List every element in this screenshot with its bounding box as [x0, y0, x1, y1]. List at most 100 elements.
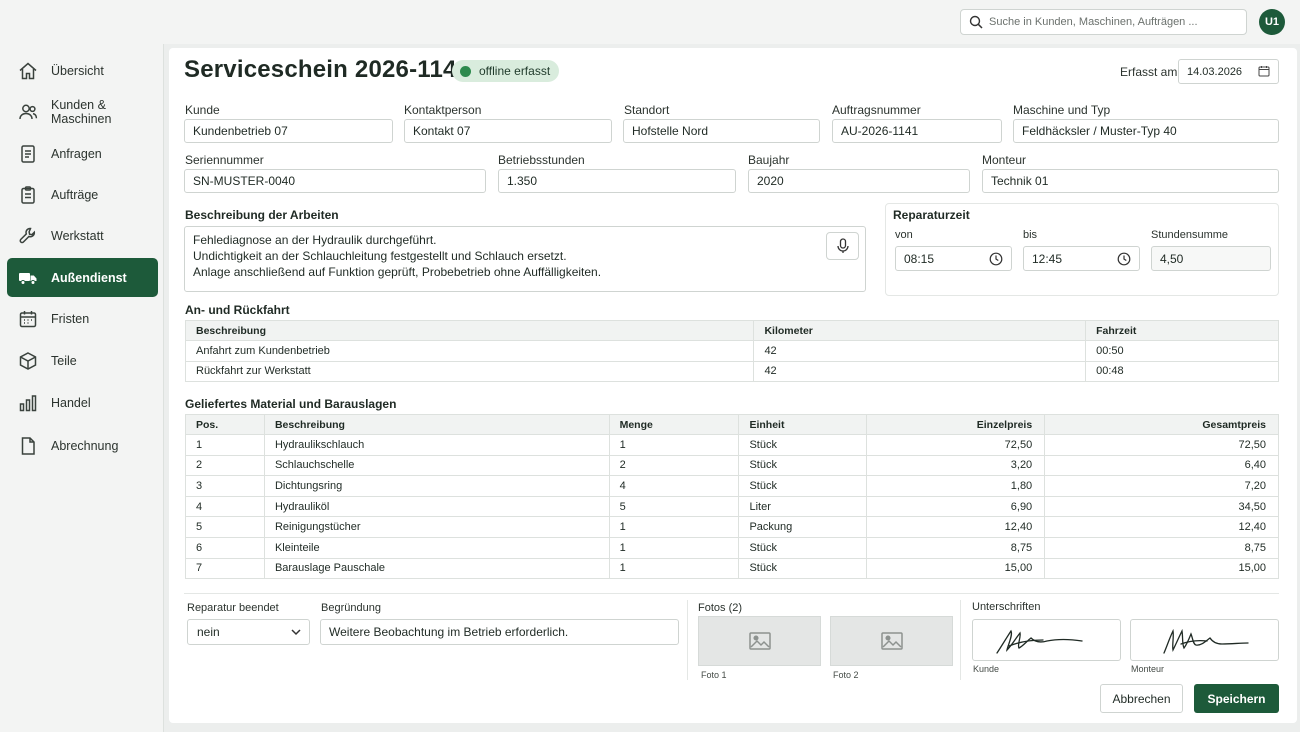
description-heading: Beschreibung der Arbeiten [185, 208, 339, 222]
sidebar-item-fristen[interactable]: Fristen [7, 299, 158, 338]
table-cell: 5 [185, 516, 265, 538]
table-cell: 8,75 [866, 536, 1046, 559]
to-time-field[interactable]: 12:45 [1023, 246, 1140, 271]
from-time-field[interactable]: 08:15 [895, 246, 1012, 271]
home-icon [19, 62, 37, 79]
table-cell: 4 [608, 475, 740, 497]
table-cell: Stück [738, 434, 868, 456]
description-line: Anlage anschließend auf Funktion geprüft… [193, 265, 602, 279]
sum-value: 4,50 [1160, 251, 1184, 266]
betrieb-field[interactable]: 1.350 [498, 169, 736, 193]
image-icon [880, 632, 903, 650]
column-header: Kilometer [753, 320, 1087, 341]
signature-fitter[interactable] [1130, 619, 1279, 661]
avatar[interactable]: U1 [1259, 9, 1285, 35]
repair-done-select[interactable]: nein [187, 619, 310, 645]
table-row[interactable]: 1 Hydraulikschlauch 1 Stück 72,50 72,50 [185, 434, 1279, 456]
signature-customer[interactable] [972, 619, 1121, 661]
sidebar-item-abrechnung[interactable]: Abrechnung [7, 426, 158, 465]
sum-label: Stundensumme [1151, 229, 1229, 241]
top-bar: Suche in Kunden, Maschinen, Aufträgen ..… [0, 0, 1300, 44]
photo-thumbnail-1[interactable] [698, 616, 821, 666]
table-row[interactable]: 7 Barauslage Pauschale 1 Stück 15,00 15,00 [185, 557, 1279, 580]
table-cell: 1 [608, 557, 740, 580]
travel-heading: An- und Rückfahrt [185, 303, 290, 317]
table-row[interactable]: 6 Kleinteile 1 Stück 8,75 8,75 [185, 536, 1279, 559]
table-cell: Reinigungstücher [263, 516, 610, 538]
description-textarea[interactable]: Fehlediagnose an der Hydraulik durchgefü… [184, 226, 866, 292]
sidebar-item-anfragen[interactable]: Anfragen [7, 134, 158, 173]
search-icon [969, 15, 983, 29]
sidebar-item-auftraege[interactable]: Aufträge [7, 175, 158, 214]
search-input[interactable]: Suche in Kunden, Maschinen, Aufträgen ..… [960, 9, 1247, 35]
sidebar-item-aussendienst[interactable]: Außendienst [7, 258, 158, 297]
kontakt-field[interactable]: Kontakt 07 [404, 119, 612, 143]
sidebar-item-teile[interactable]: Teile [7, 341, 158, 380]
sidebar-item-kunden[interactable]: Kunden & Maschinen [7, 92, 158, 131]
box-icon [19, 351, 37, 370]
table-row[interactable]: 4 Hydrauliköl 5 Liter 6,90 34,50 [185, 495, 1279, 518]
signature-fitter-caption: Monteur [1131, 664, 1165, 674]
betrieb-label: Betriebsstunden [498, 153, 585, 167]
auftrag-label: Auftragsnummer [832, 103, 921, 117]
auftrag-value: AU-2026-1141 [841, 124, 919, 138]
repair-done-label: Reparatur beendet [187, 602, 279, 614]
kunde-value: Kundenbetrieb 07 [193, 124, 288, 138]
standort-field[interactable]: Hofstelle Nord [623, 119, 820, 143]
sidebar-item-label: Abrechnung [51, 438, 119, 453]
table-row[interactable]: Rückfahrt zur Werkstatt 42 00:48 [184, 360, 1279, 383]
serien-field[interactable]: SN-MUSTER-0040 [184, 169, 486, 193]
status-dot-icon [460, 65, 471, 77]
table-cell: 42 [753, 360, 1087, 383]
table-cell: 4 [185, 495, 265, 518]
auftrag-field[interactable]: AU-2026-1141 [832, 119, 1002, 143]
date-field[interactable]: 14.03.2026 [1178, 59, 1279, 84]
column-header: Einzelpreis [866, 414, 1046, 435]
photo-caption-2: Foto 2 [833, 670, 859, 680]
clock-icon[interactable] [989, 252, 1003, 266]
table-cell: 8,75 [1044, 536, 1279, 559]
reason-label: Begründung [321, 602, 381, 614]
column-header: Gesamtpreis [1044, 414, 1279, 435]
column-header: Pos. [185, 414, 265, 435]
users-icon [19, 104, 38, 119]
column-header: Beschreibung [184, 320, 755, 341]
photo-thumbnail-2[interactable] [830, 616, 953, 666]
serien-label: Seriennummer [185, 153, 264, 167]
column-header: Fahrzeit [1085, 320, 1279, 341]
table-row[interactable]: Anfahrt zum Kundenbetrieb 42 00:50 [184, 340, 1279, 362]
table-cell: Hydraulikschlauch [263, 434, 610, 456]
table-cell: 6,90 [866, 495, 1046, 518]
clock-icon[interactable] [1117, 252, 1131, 266]
kunde-field[interactable]: Kundenbetrieb 07 [184, 119, 393, 143]
monteur-field[interactable]: Technik 01 [982, 169, 1279, 193]
table-row[interactable]: 2 Schlauchschelle 2 Stück 3,20 6,40 [185, 454, 1279, 477]
baujahr-field[interactable]: 2020 [748, 169, 970, 193]
clipboard-icon [21, 185, 35, 204]
reason-field[interactable]: Weitere Beobachtung im Betrieb erforderl… [320, 619, 679, 645]
description-line: Undichtigkeit an der Schlauchleitung fes… [193, 249, 567, 263]
table-row[interactable]: 3 Dichtungsring 4 Stück 1,80 7,20 [185, 475, 1279, 497]
table-cell: 42 [753, 340, 1087, 362]
table-cell: 12,40 [866, 516, 1046, 538]
save-button[interactable]: Speichern [1194, 684, 1279, 713]
sidebar: Übersicht Kunden & Maschinen Anfragen Au… [0, 44, 164, 732]
sidebar-item-label: Werkstatt [51, 228, 104, 243]
bar-chart-icon [19, 394, 37, 411]
maschine-field[interactable]: Feldhäcksler / Muster-Typ 40 [1013, 119, 1279, 143]
calendar-icon[interactable] [1258, 65, 1270, 77]
table-cell: 00:48 [1085, 360, 1279, 383]
status-badge: offline erfasst [452, 60, 560, 82]
table-cell: 1 [608, 516, 740, 538]
chevron-down-icon [291, 629, 301, 636]
from-label: von [895, 229, 913, 241]
dictation-button[interactable] [826, 232, 859, 260]
sidebar-item-werkstatt[interactable]: Werkstatt [7, 216, 158, 255]
material-heading: Geliefertes Material und Barauslagen [185, 397, 397, 411]
table-row[interactable]: 5 Reinigungstücher 1 Packung 12,40 12,40 [185, 516, 1279, 538]
cancel-button[interactable]: Abbrechen [1100, 684, 1183, 713]
table-cell: Stück [738, 536, 868, 559]
sidebar-item-uebersicht[interactable]: Übersicht [7, 51, 158, 90]
table-cell: 1,80 [866, 475, 1046, 497]
sidebar-item-handel[interactable]: Handel [7, 383, 158, 422]
